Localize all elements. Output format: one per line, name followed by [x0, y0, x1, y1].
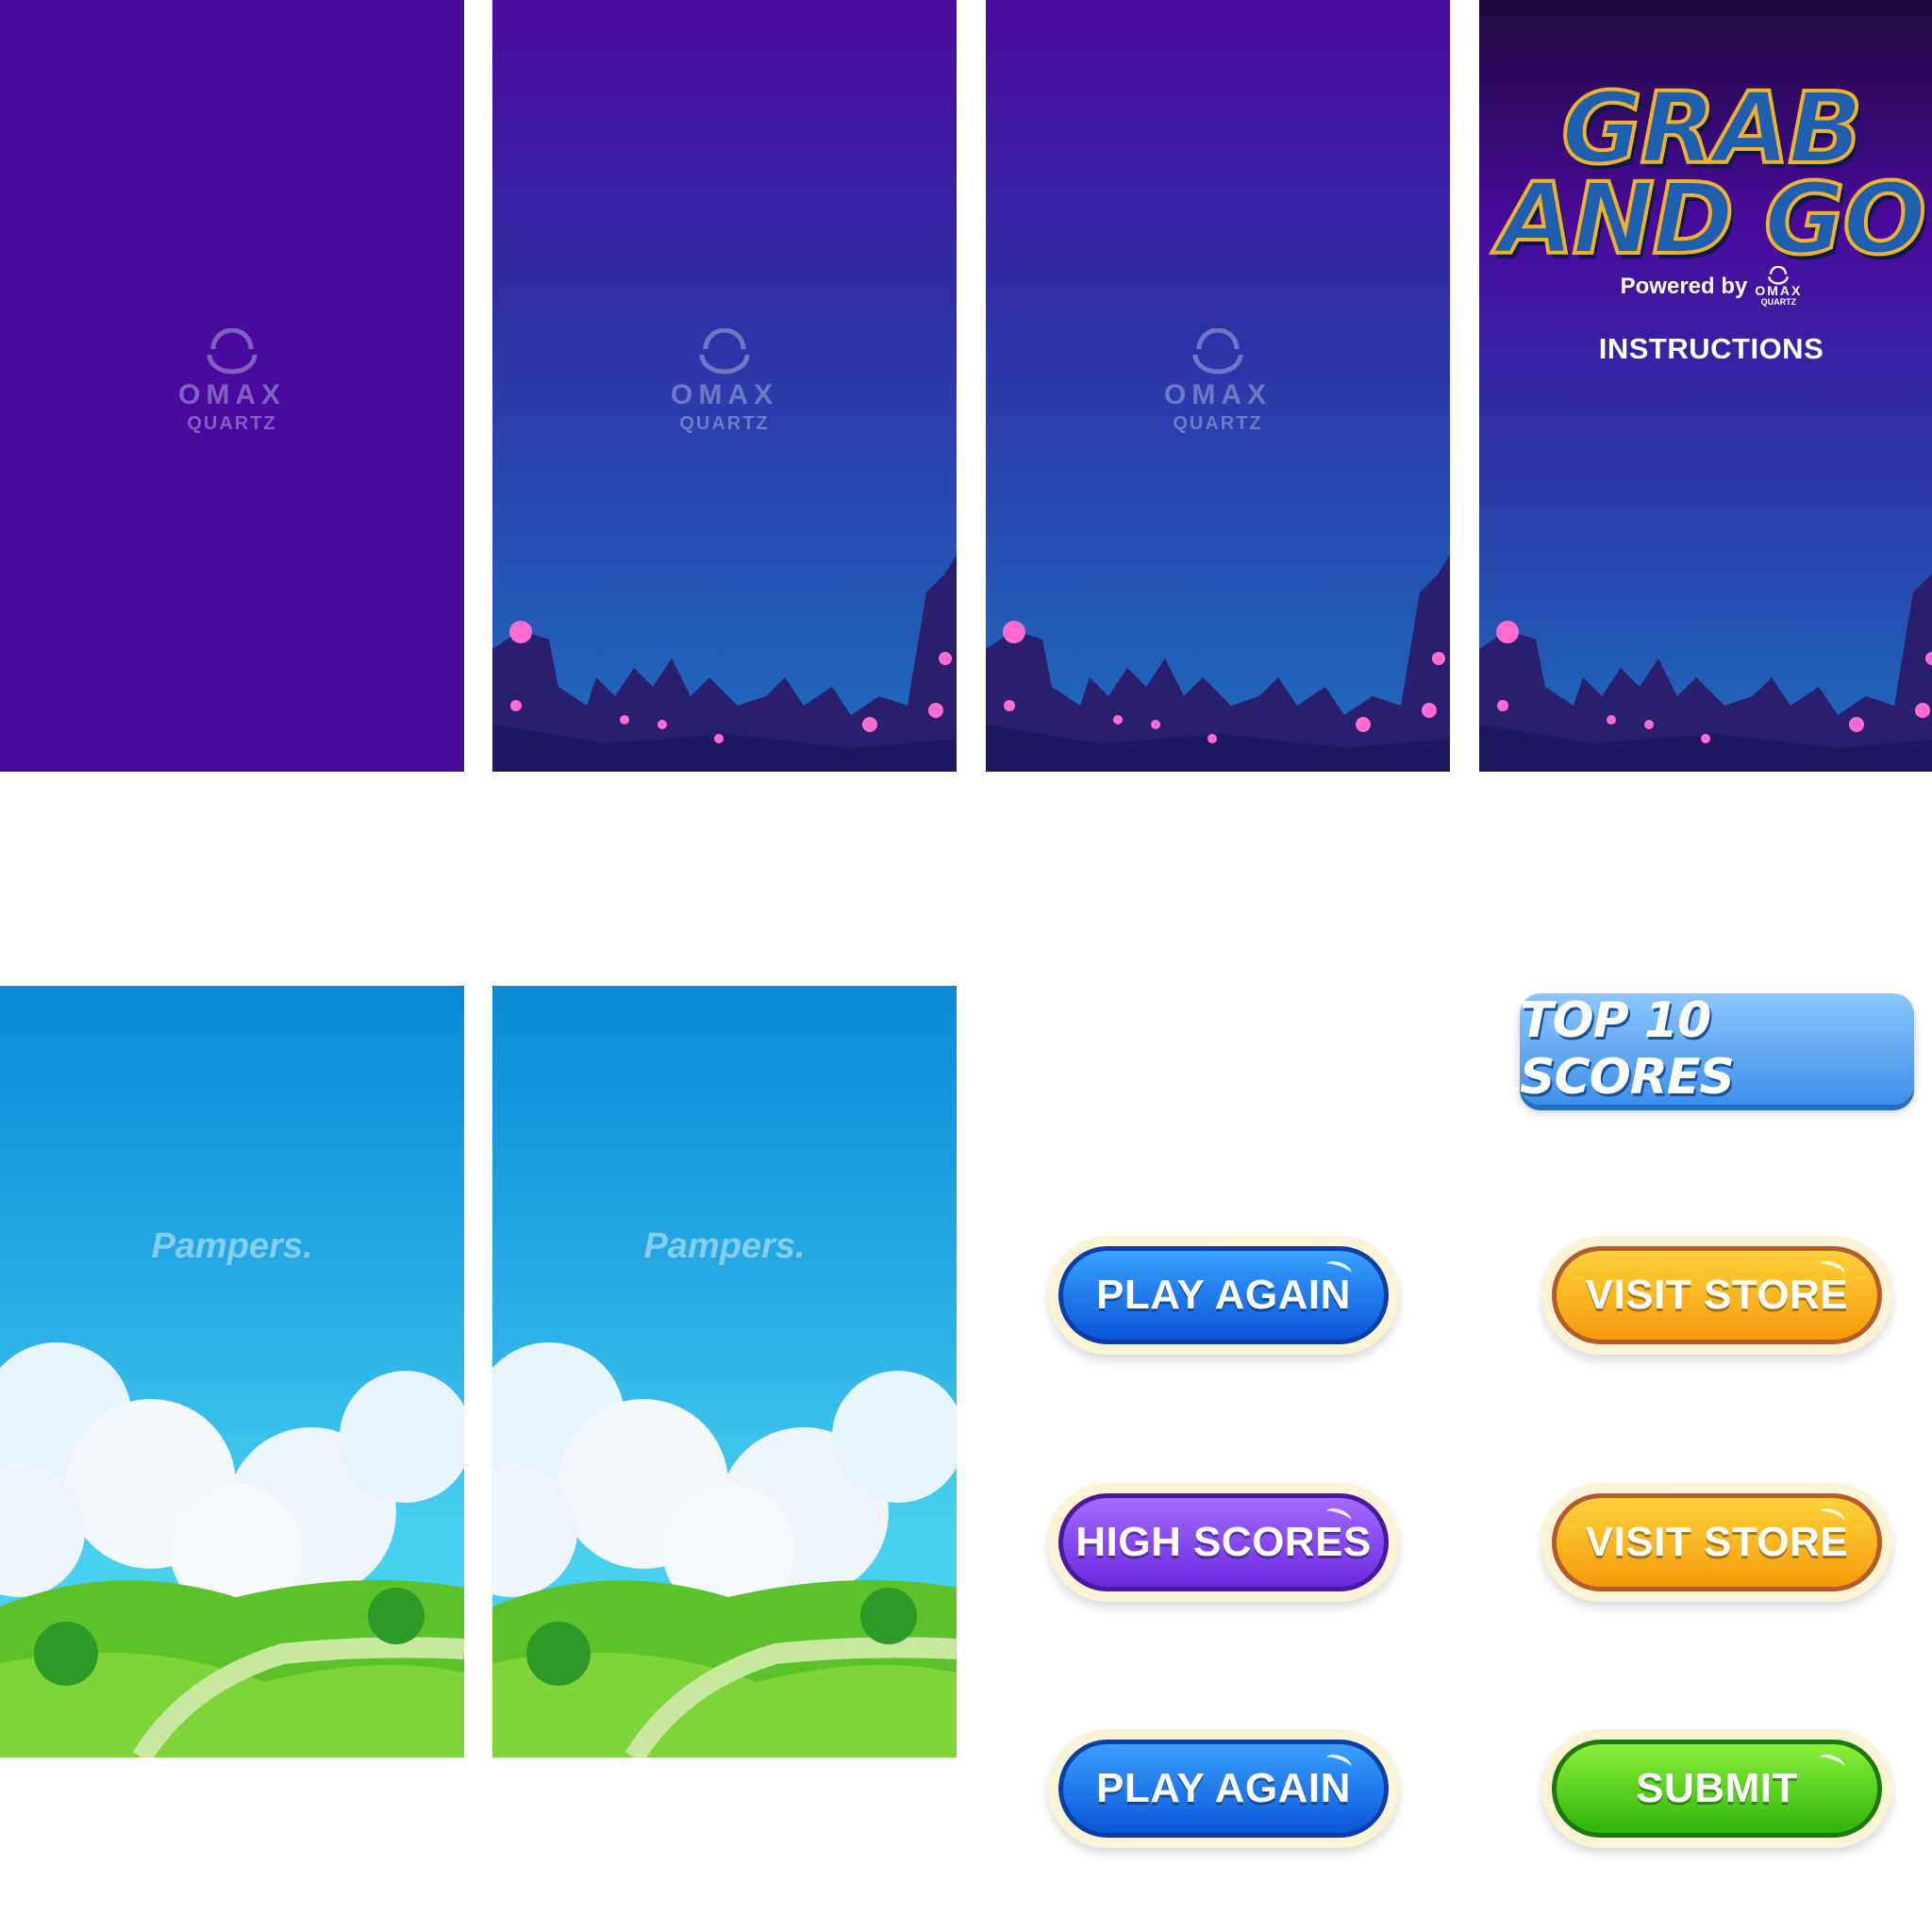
- play-again-button[interactable]: PLAY AGAIN: [1058, 1740, 1389, 1838]
- powered-by-label: Powered by: [1620, 274, 1748, 299]
- splash-panel-night-2: OMAX QUARTZ: [986, 0, 1450, 772]
- alien-landscape-image: [986, 555, 1450, 772]
- omax-ring-icon: [699, 327, 750, 375]
- omax-ring-icon: [207, 327, 258, 375]
- quartz-small-text: QUARTZ: [1760, 297, 1797, 307]
- visit-store-button[interactable]: VISIT STORE: [1552, 1493, 1882, 1591]
- submit-button[interactable]: SUBMIT: [1552, 1740, 1882, 1838]
- splash-panel-night-1: OMAX QUARTZ: [492, 0, 957, 772]
- play-again-button[interactable]: PLAY AGAIN: [1058, 1246, 1389, 1344]
- play-again-button-wrap: PLAY AGAIN: [1048, 1729, 1399, 1848]
- omax-ring-icon: [1192, 327, 1243, 375]
- meadow-clouds-image: [0, 1342, 464, 1757]
- quartz-sub-text: QUARTZ: [679, 413, 770, 434]
- submit-button-wrap: SUBMIT: [1541, 1729, 1892, 1848]
- pampers-panel-2: Pampers.: [492, 986, 957, 1757]
- splash-panel-purple: OMAX QUARTZ: [0, 0, 464, 772]
- top-10-scores-button[interactable]: TOP 10 SCORES: [1520, 992, 1914, 1106]
- omax-small-logo: OMAX QUARTZ: [1755, 266, 1802, 308]
- title-line-2: AND GO: [1496, 161, 1928, 276]
- title-line-1: GRAB: [1559, 71, 1864, 186]
- high-scores-button-wrap: HIGH SCORES: [1048, 1483, 1399, 1602]
- alien-landscape-image: [492, 555, 957, 772]
- omax-ring-icon: [1768, 266, 1790, 285]
- title-screen-panel: GRAB AND GO Powered by OMAX QUARTZ INSTR…: [1479, 0, 1932, 772]
- pampers-logo: Pampers.: [643, 1226, 806, 1266]
- high-scores-button[interactable]: HIGH SCORES: [1058, 1493, 1389, 1591]
- omax-brand-text: OMAX: [178, 379, 286, 410]
- omax-logo: OMAX QUARTZ: [986, 327, 1450, 435]
- powered-by-row: Powered by OMAX QUARTZ: [1479, 266, 1932, 308]
- game-title: GRAB AND GO: [1479, 71, 1932, 276]
- visit-store-button[interactable]: VISIT STORE: [1552, 1246, 1882, 1344]
- pampers-logo: Pampers.: [151, 1226, 313, 1266]
- visit-store-button-wrap: VISIT STORE: [1541, 1483, 1892, 1602]
- alien-landscape-image: [1479, 574, 1932, 772]
- meadow-clouds-image: [492, 1342, 957, 1757]
- instructions-link[interactable]: INSTRUCTIONS: [1479, 332, 1932, 366]
- quartz-sub-text: QUARTZ: [187, 413, 277, 434]
- omax-brand-text: OMAX: [671, 379, 778, 410]
- visit-store-button-wrap: VISIT STORE: [1541, 1236, 1892, 1355]
- omax-small-text: OMAX: [1755, 283, 1803, 298]
- omax-logo: OMAX QUARTZ: [0, 327, 464, 435]
- omax-brand-text: OMAX: [1164, 379, 1272, 410]
- omax-logo: OMAX QUARTZ: [492, 327, 957, 435]
- pampers-panel-1: Pampers.: [0, 986, 464, 1757]
- play-again-button-wrap: PLAY AGAIN: [1048, 1236, 1399, 1355]
- quartz-sub-text: QUARTZ: [1173, 413, 1263, 434]
